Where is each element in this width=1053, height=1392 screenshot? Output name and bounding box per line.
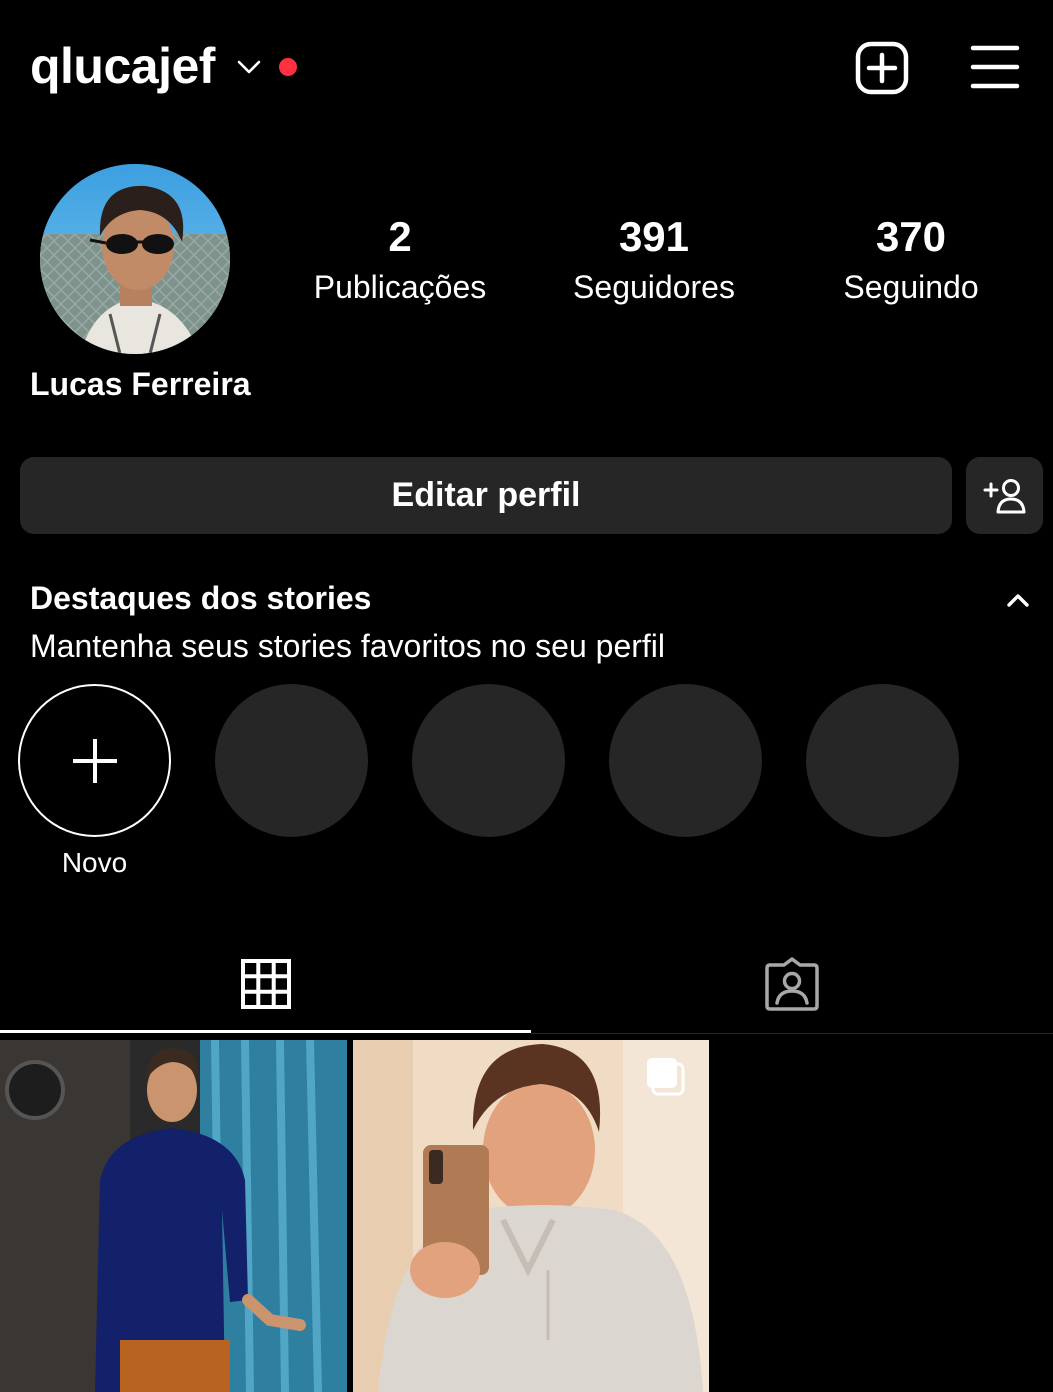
- add-user-icon: [983, 478, 1025, 513]
- discover-people-button[interactable]: [966, 457, 1043, 534]
- post-photo: [0, 1040, 347, 1392]
- profile-page: qlucajef 2 Publicações 391 Seguidores 37…: [0, 0, 1053, 1392]
- stat-posts-label: Publicações: [313, 269, 487, 305]
- plus-icon: [72, 738, 117, 783]
- tab-posts-grid[interactable]: [0, 935, 531, 1033]
- tab-tagged[interactable]: [531, 935, 1053, 1033]
- chevron-up-icon[interactable]: [1000, 582, 1036, 618]
- highlight-placeholder: [609, 684, 762, 837]
- tab-divider: [531, 1033, 1053, 1034]
- new-highlight-button[interactable]: [18, 684, 171, 837]
- active-tab-indicator: [0, 1030, 531, 1033]
- stat-followers-value: 391: [618, 213, 690, 260]
- stat-posts[interactable]: 2 Publicações: [270, 212, 530, 312]
- highlight-placeholder: [215, 684, 368, 837]
- menu-icon[interactable]: [970, 44, 1020, 90]
- post-thumbnail[interactable]: [0, 1040, 347, 1392]
- post-thumbnail[interactable]: [353, 1040, 709, 1392]
- grid-icon: [240, 959, 291, 1009]
- new-post-icon[interactable]: [855, 41, 909, 95]
- stat-following[interactable]: 370 Seguindo: [781, 212, 1041, 312]
- chevron-down-icon[interactable]: [234, 52, 264, 82]
- highlight-placeholder: [806, 684, 959, 837]
- stat-following-label: Seguindo: [843, 269, 979, 305]
- tagged-icon: [765, 957, 819, 1011]
- notification-dot: [279, 58, 297, 76]
- post-photo: [353, 1040, 709, 1392]
- highlights-subtitle: Mantenha seus stories favoritos no seu p…: [30, 628, 665, 664]
- avatar-photo: [40, 164, 230, 354]
- new-highlight-label: Novo: [61, 847, 128, 878]
- username[interactable]: qlucajef: [30, 36, 215, 96]
- stat-followers-label: Seguidores: [573, 269, 735, 305]
- highlights-title: Destaques dos stories: [30, 580, 372, 616]
- edit-profile-button[interactable]: Editar perfil: [20, 457, 952, 534]
- stat-posts-value: 2: [388, 213, 412, 260]
- stat-followers[interactable]: 391 Seguidores: [524, 212, 784, 312]
- avatar[interactable]: [40, 164, 230, 354]
- stat-following-value: 370: [875, 213, 947, 260]
- highlight-placeholder: [412, 684, 565, 837]
- full-name: Lucas Ferreira: [30, 366, 251, 402]
